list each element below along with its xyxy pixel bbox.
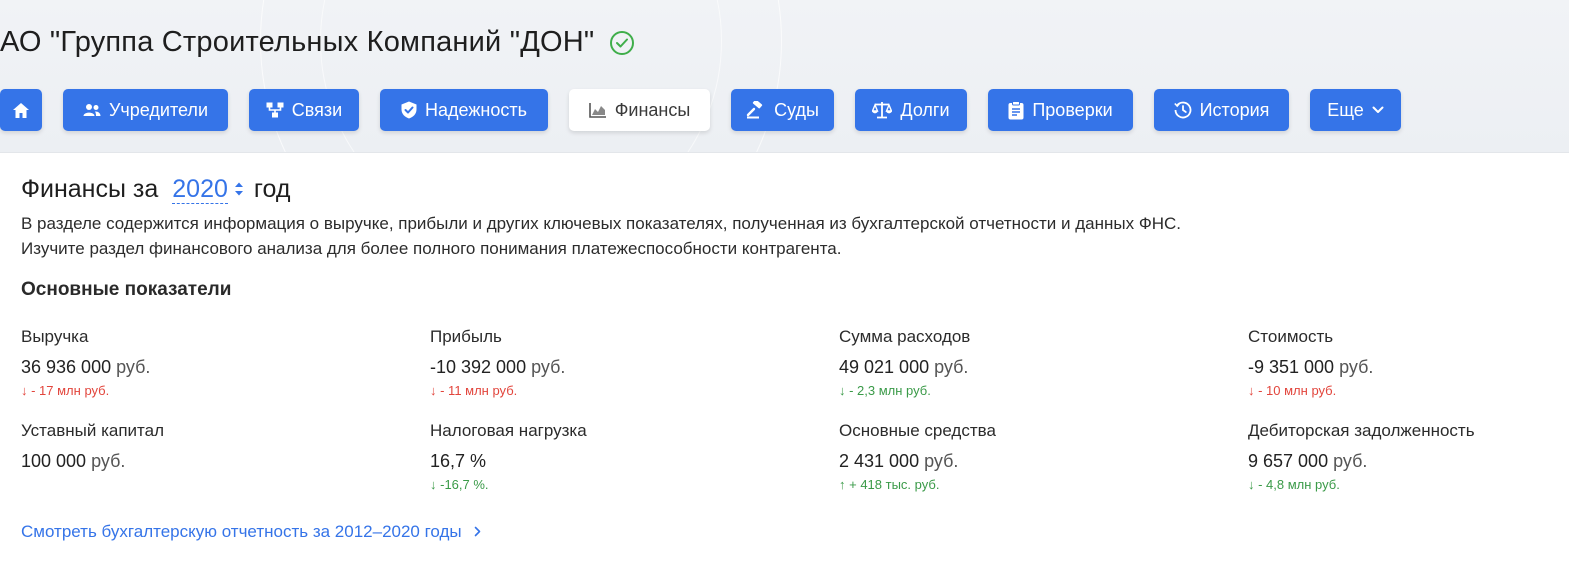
nav-history-button[interactable]: История [1154, 89, 1289, 131]
sort-arrows-icon[interactable] [234, 181, 244, 197]
shield-check-icon [401, 101, 417, 119]
home-icon [12, 102, 30, 119]
finance-title-prefix: Финансы за [21, 174, 159, 203]
nav-debts-button[interactable]: Долги [855, 89, 967, 131]
section-nav: Учредители Связи Надежность Финансы Суды [0, 89, 1569, 131]
nav-finance-label: Финансы [614, 99, 691, 120]
metric-value: -10 392 000 [430, 357, 527, 377]
metric-value: 9 657 000 [1248, 451, 1329, 471]
metric-label: Дебиторская задолженность [1248, 421, 1475, 440]
finance-heading: Финансы за 2020 год [21, 172, 1551, 206]
metric-label: Прибыль [430, 327, 502, 346]
metric-delta: ↓ - 10 млн руб. [1248, 383, 1337, 398]
metric-receivables: Дебиторская задолженность 9 657 000 руб.… [1248, 421, 1475, 492]
metric-unit: руб. [1333, 451, 1368, 471]
nav-founders-label: Учредители [108, 99, 208, 120]
metric-unit: руб. [924, 451, 959, 471]
company-title: АО "Группа Строительных Компаний "ДОН" [0, 26, 595, 58]
metric-charter-capital: Уставный капитал 100 000 руб. [21, 421, 164, 472]
nav-finance-tab[interactable]: Финансы [569, 89, 710, 131]
metric-fixed-assets: Основные средства 2 431 000 руб. ↑ + 418… [839, 421, 996, 492]
nav-links-button[interactable]: Связи [249, 89, 359, 131]
metric-delta: ↓ - 11 млн руб. [430, 383, 518, 398]
year-selector[interactable]: 2020 [172, 175, 228, 204]
finance-section: Финансы за 2020 год В разделе содержится… [21, 172, 1551, 542]
metric-value: 49 021 000 [839, 357, 930, 377]
metric-tax-burden: Налоговая нагрузка 16,7 % ↓ -16,7 %. [430, 421, 587, 492]
founders-icon [83, 103, 101, 117]
history-clock-icon [1173, 101, 1192, 119]
nav-more-dropdown[interactable]: Еще [1310, 89, 1401, 131]
chevron-right-icon [474, 522, 481, 542]
metric-delta: ↓ - 2,3 млн руб. [839, 383, 931, 398]
nav-reliability-label: Надежность [425, 99, 527, 120]
metric-label: Основные средства [839, 421, 996, 440]
company-header: АО "Группа Строительных Компаний "ДОН" У… [0, 0, 1569, 153]
gavel-icon [746, 101, 766, 119]
metric-unit: руб. [934, 357, 969, 377]
metric-delta: ↓ -16,7 %. [430, 477, 489, 492]
metric-label: Стоимость [1248, 327, 1334, 346]
nav-inspections-button[interactable]: Проверки [988, 89, 1133, 131]
key-indicators-heading: Основные показатели [21, 279, 232, 300]
network-icon [266, 102, 284, 118]
metric-profit: Прибыль -10 392 000 руб. ↓ - 11 млн руб. [430, 327, 565, 398]
nav-history-label: История [1199, 99, 1270, 120]
nav-debts-label: Долги [900, 99, 950, 120]
metric-unit: руб. [116, 357, 151, 377]
chevron-down-icon [1372, 106, 1384, 114]
metric-label: Налоговая нагрузка [430, 421, 587, 440]
metric-label: Сумма расходов [839, 327, 971, 346]
metric-delta: ↓ - 4,8 млн руб. [1248, 477, 1340, 492]
metric-expenses: Сумма расходов 49 021 000 руб. ↓ - 2,3 м… [839, 327, 970, 398]
metric-value-cost: Стоимость -9 351 000 руб. ↓ - 10 млн руб… [1248, 327, 1373, 398]
scales-icon [872, 101, 893, 119]
nav-links-label: Связи [291, 99, 343, 120]
metric-value: 2 431 000 [839, 451, 920, 471]
accounting-reports-link-label: Смотреть бухгалтерскую отчетность за 201… [21, 522, 462, 541]
finance-title-suffix: год [253, 174, 291, 203]
nav-courts-button[interactable]: Суды [731, 89, 834, 131]
metric-label: Уставный капитал [21, 421, 165, 440]
area-chart-icon [588, 102, 607, 118]
metric-label: Выручка [21, 327, 89, 346]
metric-value: 100 000 [21, 451, 87, 471]
metric-unit: руб. [531, 357, 566, 377]
metric-value: -9 351 000 [1248, 357, 1335, 377]
metric-unit: руб. [1339, 357, 1374, 377]
nav-inspections-label: Проверки [1032, 99, 1113, 120]
metric-revenue: Выручка 36 936 000 руб. ↓ - 17 млн руб. [21, 327, 150, 398]
accounting-reports-link[interactable]: Смотреть бухгалтерскую отчетность за 201… [21, 522, 481, 542]
verified-check-icon [610, 30, 635, 55]
metric-value: 16,7 % [430, 451, 487, 471]
clipboard-icon [1008, 100, 1024, 120]
nav-courts-label: Суды [774, 99, 819, 120]
nav-home-button[interactable] [0, 89, 42, 131]
nav-founders-button[interactable]: Учредители [63, 89, 228, 131]
metric-unit: руб. [91, 451, 126, 471]
nav-reliability-button[interactable]: Надежность [380, 89, 548, 131]
metric-delta: ↑ + 418 тыс. руб. [839, 477, 940, 492]
company-title-row: АО "Группа Строительных Компаний "ДОН" [0, 26, 635, 59]
finance-description: В разделе содержится информация о выручк… [21, 214, 1182, 258]
metric-value: 36 936 000 [21, 357, 112, 377]
metric-delta: ↓ - 17 млн руб. [21, 383, 110, 398]
nav-more-label: Еще [1327, 99, 1364, 120]
